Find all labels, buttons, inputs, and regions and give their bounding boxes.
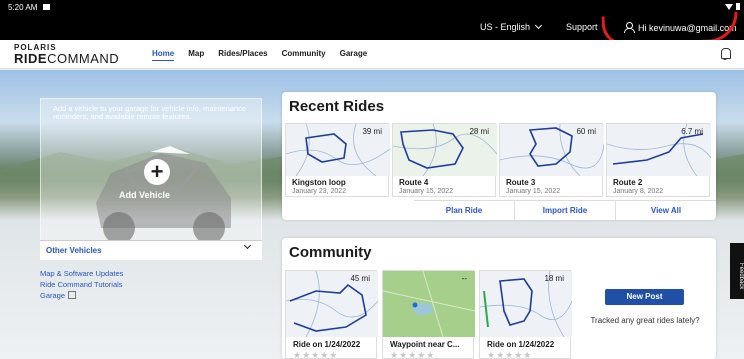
rating-stars[interactable]: ★★★★★ xyxy=(487,350,532,359)
import-ride-button[interactable]: Import Ride xyxy=(515,201,616,220)
post-distance: 45 mi xyxy=(350,274,370,283)
logo-thin: COMMAND xyxy=(47,51,120,66)
battery-icon xyxy=(736,3,740,10)
add-vehicle-plus-icon[interactable]: + xyxy=(144,159,170,185)
feedback-tab[interactable]: Feedback xyxy=(730,243,744,299)
plan-ride-button[interactable]: Plan Ride xyxy=(414,201,515,220)
support-link[interactable]: Support xyxy=(566,22,598,32)
notification-icon xyxy=(43,4,51,10)
garage-link-label: Garage xyxy=(40,291,66,300)
status-bar: 5:20 AM xyxy=(0,0,744,14)
tutorials-link[interactable]: Ride Command Tutorials xyxy=(40,279,123,290)
recent-rides-card: Recent Rides 39 mi Kingston loop January… xyxy=(282,92,716,220)
ride-distance: 60 mi xyxy=(576,127,596,136)
chevron-down-icon xyxy=(243,241,252,250)
add-vehicle-card[interactable]: Add a vehicle to your garage for vehicle… xyxy=(40,98,262,258)
chevron-down-icon xyxy=(534,21,543,30)
post-name: Ride on 1/24/2022 xyxy=(487,340,555,349)
ride-card[interactable]: 39 mi Kingston loop January 23, 2022 xyxy=(285,123,390,197)
logo-main: RIDECOMMAND xyxy=(14,52,119,65)
nav-garage[interactable]: Garage xyxy=(340,49,368,61)
community-post[interactable]: 18 mi Ride on 1/24/2022 ★★★★★ xyxy=(479,270,572,359)
nav-rides-places[interactable]: Rides/Places xyxy=(218,49,267,61)
ride-card[interactable]: 60 mi Route 3 January 15, 2022 xyxy=(499,123,604,197)
add-vehicle-label[interactable]: Add Vehicle xyxy=(119,190,170,200)
ride-date: January 15, 2022 xyxy=(399,188,454,195)
community-title: Community xyxy=(289,244,372,261)
external-link-icon xyxy=(68,291,77,299)
post-name: Ride on 1/24/2022 xyxy=(293,340,361,349)
garage-link[interactable]: Garage xyxy=(40,290,123,301)
language-label: US - English xyxy=(480,22,531,32)
nav-links: Home Map Rides/Places Community Garage xyxy=(152,49,367,61)
ride-card[interactable]: 6.7 mi Route 2 January 8, 2022 xyxy=(606,123,711,197)
community-post[interactable]: 45 mi Ride on 1/24/2022 ★★★★★ xyxy=(285,270,378,359)
language-selector[interactable]: US - English xyxy=(480,21,543,32)
post-distance: -- xyxy=(461,274,467,283)
main-nav: POLARIS RIDECOMMAND Home Map Rides/Place… xyxy=(0,40,744,69)
rating-stars[interactable]: ★★★★★ xyxy=(293,350,338,359)
community-card: Community 45 mi Ride on 1/24/2022 ★★★★★ … xyxy=(282,238,716,359)
map-software-updates-link[interactable]: Map & Software Updates xyxy=(40,268,123,279)
ride-name: Kingston loop xyxy=(292,178,346,187)
nav-map[interactable]: Map xyxy=(188,49,204,61)
bell-icon[interactable] xyxy=(720,48,731,60)
other-vehicles-label: Other Vehicles xyxy=(46,246,102,255)
view-all-button[interactable]: View All xyxy=(616,201,716,220)
ride-distance: 28 mi xyxy=(469,127,489,136)
new-post-button[interactable]: New Post xyxy=(605,289,684,305)
helpful-links: Map & Software Updates Ride Command Tuto… xyxy=(40,268,123,301)
ride-date: January 23, 2022 xyxy=(292,188,347,195)
ride-date: January 15, 2022 xyxy=(506,188,561,195)
nav-community[interactable]: Community xyxy=(282,49,326,61)
status-time: 5:20 AM xyxy=(8,2,38,12)
nav-home[interactable]: Home xyxy=(152,49,175,61)
ride-distance: 39 mi xyxy=(362,127,382,136)
wifi-icon xyxy=(725,3,733,10)
ride-date: January 8, 2022 xyxy=(613,188,664,195)
status-icons xyxy=(725,3,740,10)
ride-name: Route 2 xyxy=(613,178,643,187)
logo-bold: RIDE xyxy=(14,51,48,66)
rating-stars[interactable]: ★★★★★ xyxy=(390,350,435,359)
add-vehicle-prompt: Add a vehicle to your garage for vehicle… xyxy=(53,104,247,122)
ride-name: Route 3 xyxy=(506,178,536,187)
community-post[interactable]: -- Waypoint near C... ★★★★★ xyxy=(382,270,475,359)
ride-distance: 6.7 mi xyxy=(681,127,703,136)
post-name: Waypoint near C... xyxy=(390,340,460,349)
recent-rides-title: Recent Rides xyxy=(289,98,385,115)
other-vehicles-dropdown[interactable]: Other Vehicles xyxy=(40,240,262,260)
post-distance: 18 mi xyxy=(544,274,564,283)
ride-actions: Plan Ride Import Ride View All xyxy=(414,200,716,220)
tracked-rides-prompt: Tracked any great rides lately? xyxy=(590,316,700,325)
polaris-logo[interactable]: POLARIS RIDECOMMAND xyxy=(14,44,119,66)
ride-card[interactable]: 28 mi Route 4 January 15, 2022 xyxy=(392,123,497,197)
ride-name: Route 4 xyxy=(399,178,429,187)
